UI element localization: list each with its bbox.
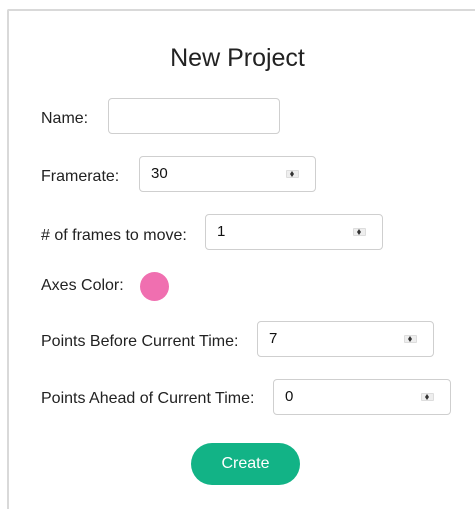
points-before-input[interactable]: 7: [257, 321, 434, 357]
points-before-input-value: 7: [269, 330, 278, 347]
new-project-dialog: [7, 9, 475, 509]
points-ahead-label: Points Ahead of Current Time:: [41, 390, 255, 407]
axes-color-swatch[interactable]: [140, 272, 169, 301]
frames-to-move-label: # of frames to move:: [41, 227, 187, 244]
points-ahead-input[interactable]: 0: [273, 379, 451, 415]
points-before-spinner-icon[interactable]: [404, 335, 417, 343]
framerate-input[interactable]: 30: [139, 156, 316, 192]
points-ahead-input-value: 0: [285, 388, 294, 405]
axes-color-label: Axes Color:: [41, 277, 124, 294]
frames-to-move-input-value: 1: [217, 223, 226, 240]
points-before-label: Points Before Current Time:: [41, 333, 239, 350]
framerate-spinner-icon[interactable]: [286, 170, 299, 178]
frames-to-move-input[interactable]: 1: [205, 214, 383, 250]
frames-to-move-spinner-icon[interactable]: [353, 228, 366, 236]
framerate-input-value: 30: [151, 165, 168, 182]
points-ahead-spinner-icon[interactable]: [421, 393, 434, 401]
dialog-title: New Project: [170, 44, 305, 72]
framerate-label: Framerate:: [41, 168, 120, 185]
name-label: Name:: [41, 110, 89, 127]
create-button[interactable]: Create: [191, 443, 300, 485]
name-input[interactable]: [108, 98, 280, 134]
